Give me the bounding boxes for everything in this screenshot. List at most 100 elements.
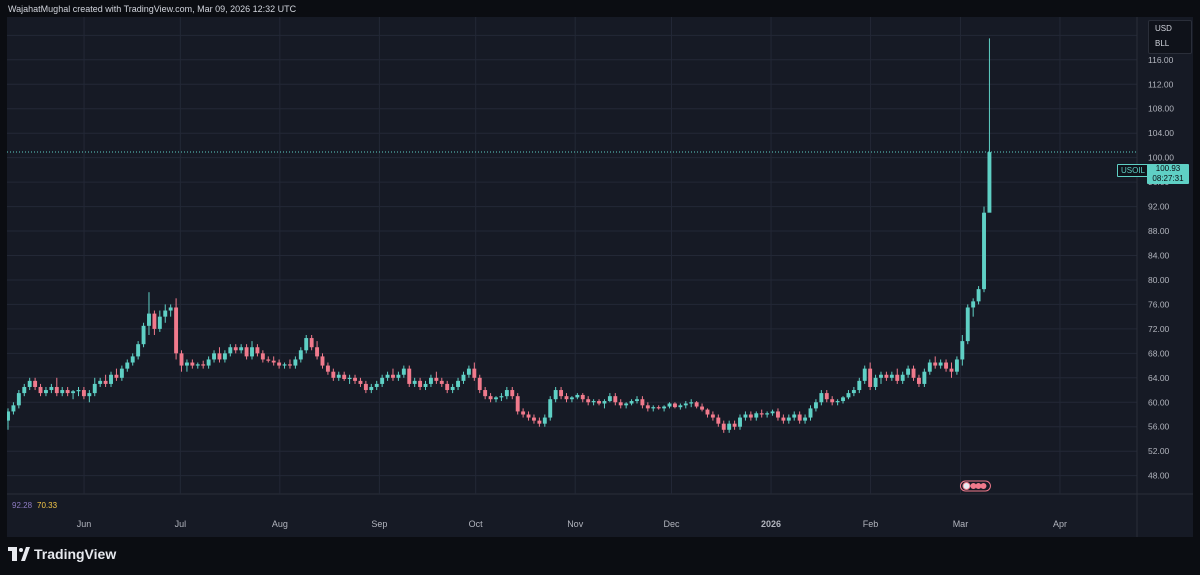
candle-body [358, 380, 363, 384]
candle-body [472, 368, 477, 378]
candle-body [700, 406, 705, 410]
unit-label: BLL [1155, 39, 1170, 48]
candle-body [949, 368, 954, 372]
candle-body [488, 396, 493, 400]
candle-body [174, 307, 179, 354]
candle-body [466, 368, 471, 375]
candle-body [515, 396, 520, 412]
candle-body [548, 399, 553, 418]
candle-body [819, 393, 824, 403]
candle-body [7, 411, 10, 421]
candle-body [456, 380, 461, 387]
candle-body [179, 353, 184, 366]
candle-body [190, 362, 195, 366]
candle-body [412, 380, 417, 384]
candle-body [119, 368, 124, 378]
candle-body [49, 386, 54, 391]
candle-body [407, 368, 412, 384]
candle-body [916, 377, 921, 384]
price-tick-label: 68.00 [1148, 348, 1170, 358]
candle-body [895, 374, 900, 381]
economic-events-icon[interactable] [959, 480, 991, 492]
candle-body [347, 377, 352, 380]
candle-body [27, 380, 32, 387]
price-tick-label: 52.00 [1148, 446, 1170, 456]
candle-body [483, 390, 488, 397]
candle-body [532, 417, 536, 421]
candle-body [575, 394, 580, 398]
candle-body [857, 380, 862, 391]
candle-body [830, 399, 835, 403]
oscillator-value-b: 70.33 [37, 501, 58, 510]
candle-body [114, 374, 119, 378]
candle-body [954, 359, 959, 372]
candle-body [797, 414, 802, 421]
candle-body [147, 313, 151, 326]
candle-body [423, 383, 428, 387]
candle-body [71, 391, 76, 394]
candle-body [157, 316, 162, 329]
candle-body [81, 390, 86, 397]
brand-name: TradingView [34, 546, 117, 562]
candle-body [927, 362, 932, 372]
candle-body [195, 364, 200, 366]
candle-body [152, 313, 157, 329]
candle-body [754, 413, 759, 418]
candle-body [732, 423, 737, 427]
candle-body [803, 417, 808, 421]
time-tick-label: Jun [77, 519, 92, 529]
candle-body [694, 402, 699, 407]
oscillator-value-a: 92.28 [12, 501, 33, 510]
unit-selector[interactable]: USD BLL [1148, 20, 1192, 54]
candle-body [521, 411, 526, 415]
candle-body [206, 359, 211, 366]
candle-body [136, 344, 141, 357]
candle-body [748, 414, 753, 418]
candle-body [477, 377, 482, 391]
candle-body [222, 353, 227, 360]
candle-body [33, 380, 38, 387]
oscillator-values: 92.28 70.33 [12, 501, 57, 510]
candle-body [629, 401, 634, 404]
candle-body [141, 325, 146, 345]
price-tick-label: 88.00 [1148, 226, 1170, 236]
candle-body [418, 380, 423, 387]
candle-body [233, 347, 238, 351]
candle-body [792, 414, 797, 418]
time-tick-label: Feb [863, 519, 879, 529]
candle-body [656, 407, 661, 409]
candle-body [363, 383, 368, 391]
candle-body [862, 368, 867, 381]
candle-body [212, 353, 216, 360]
tradingview-logo[interactable]: TradingView [8, 546, 116, 562]
candle-body [298, 350, 303, 360]
time-tick-label: Mar [953, 519, 969, 529]
candle-body [678, 405, 683, 408]
candle-body [624, 403, 629, 406]
candle-body [499, 396, 504, 398]
candle-body [239, 347, 244, 351]
candle-body [683, 403, 688, 406]
candlestick-chart[interactable]: 48.00 52.00 56.00 60.00 64.00 68.00 72.00 76.00… [7, 17, 1193, 537]
candle-body [971, 301, 976, 308]
price-tick-label: 84.00 [1148, 251, 1170, 261]
candle-body [710, 414, 715, 418]
candle-body [385, 374, 390, 378]
candle-body [651, 407, 656, 409]
chart-area[interactable]: 48.00 52.00 56.00 60.00 64.00 68.00 72.00 76.00… [7, 17, 1193, 537]
candle-body [103, 380, 108, 384]
candle-body [353, 377, 357, 381]
candle-body [542, 417, 547, 424]
candle-body [705, 409, 710, 415]
last-price-tag: 100.93 08:27:31 [1147, 164, 1189, 184]
candle-body [965, 307, 970, 342]
candle-body [60, 390, 65, 394]
time-axis: Jun Jul Aug Sep Oct Nov Dec 2026 Feb Mar Apr [77, 519, 1067, 529]
candle-body [130, 356, 135, 363]
candle-body [672, 403, 677, 408]
candle-body [586, 399, 591, 403]
candle-body [228, 347, 233, 354]
candle-body [271, 360, 276, 363]
candle-body [835, 401, 840, 403]
candle-body [781, 417, 786, 421]
